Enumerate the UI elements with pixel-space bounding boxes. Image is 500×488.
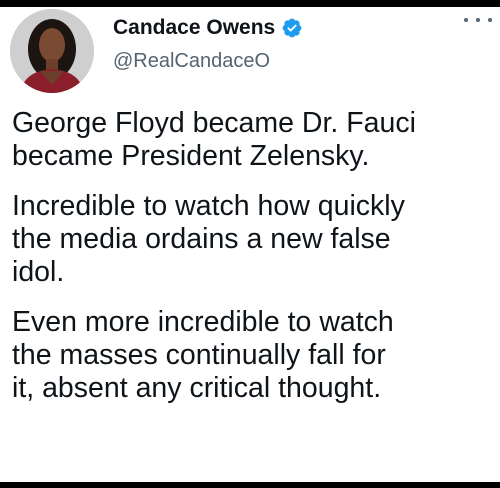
avatar[interactable] — [10, 9, 94, 93]
top-border — [0, 0, 500, 7]
tweet-paragraph: Incredible to watch how quickly the medi… — [12, 190, 405, 288]
dot — [464, 18, 468, 22]
tweet-paragraph: Even more incredible to watch the masses… — [12, 306, 394, 404]
user-handle[interactable]: @RealCandaceO — [113, 50, 270, 73]
tweet-text: George Floyd became Dr. Fauci became Pre… — [12, 107, 497, 422]
display-name[interactable]: Candace Owens — [113, 16, 275, 40]
avatar-image — [10, 9, 94, 93]
tweet-paragraph: George Floyd became Dr. Fauci became Pre… — [12, 107, 416, 172]
verified-badge-icon — [281, 17, 303, 39]
tweet-card: Candace Owens @RealCandaceO George Floyd… — [0, 7, 500, 482]
more-options-icon[interactable] — [464, 13, 492, 27]
bottom-border — [0, 482, 500, 488]
dot — [488, 18, 492, 22]
name-row: Candace Owens — [113, 13, 303, 43]
dot — [476, 18, 480, 22]
